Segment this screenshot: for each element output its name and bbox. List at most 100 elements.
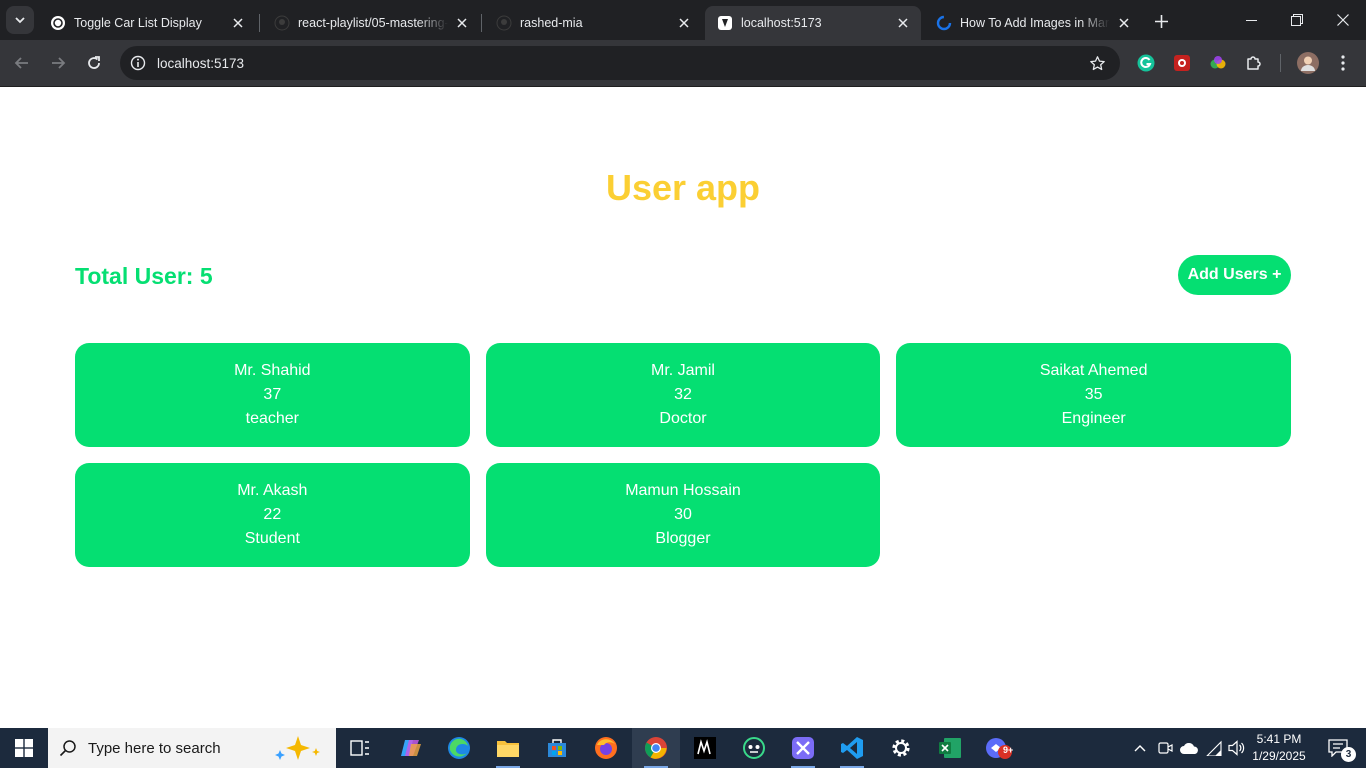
gear-icon <box>892 739 910 757</box>
task-view-button[interactable] <box>336 728 384 768</box>
extension-color-icon[interactable] <box>1207 52 1229 74</box>
user-card: Mr. Shahid 37 teacher <box>75 343 470 447</box>
clock-date: 1/29/2025 <box>1252 749 1306 763</box>
close-icon[interactable] <box>676 15 692 31</box>
user-age: 30 <box>674 506 692 523</box>
user-card: Mamun Hossain 30 Blogger <box>485 463 881 567</box>
extension-red-icon[interactable] <box>1171 52 1193 74</box>
taskbar-tools-app[interactable] <box>779 728 827 768</box>
tab-title: react-playlist/05-mastering-j <box>298 16 448 30</box>
user-age: 22 <box>263 506 282 523</box>
total-user-count: Total User: 5 <box>75 263 213 289</box>
taskbar-edge[interactable] <box>435 728 483 768</box>
notification-count-badge: 3 <box>1341 747 1356 762</box>
close-icon[interactable] <box>895 15 911 31</box>
tab-toggle-car-list[interactable]: Toggle Car List Display <box>38 6 256 40</box>
refresh-circle-icon <box>936 15 952 31</box>
user-name: Mr. Akash <box>237 482 308 499</box>
profile-avatar[interactable] <box>1297 52 1319 74</box>
site-info-icon[interactable] <box>128 53 148 73</box>
restore-button[interactable] <box>1274 0 1320 40</box>
onedrive-icon[interactable] <box>1178 728 1200 768</box>
user-age: 37 <box>263 386 282 403</box>
taskbar-monitor-app[interactable] <box>730 728 778 768</box>
firefox-icon <box>595 737 617 759</box>
taskbar-vscode[interactable] <box>828 728 876 768</box>
taskbar-chrome[interactable] <box>632 728 680 768</box>
taskbar-firefox[interactable] <box>582 728 630 768</box>
page-title: User app <box>605 167 761 208</box>
folder-icon <box>497 741 519 757</box>
show-hidden-icons-button[interactable] <box>1130 728 1150 768</box>
excel-icon <box>939 738 961 758</box>
tab-react-playlist[interactable]: react-playlist/05-mastering-j <box>262 6 480 40</box>
bookmark-star-icon[interactable] <box>1088 54 1106 72</box>
wifi-icon[interactable] <box>1203 728 1225 768</box>
tab-add-images-markdown[interactable]: How To Add Images in Mark <box>924 6 1142 40</box>
tab-rashed-mia[interactable]: rashed-mia <box>484 6 702 40</box>
minimize-button[interactable] <box>1228 0 1274 40</box>
taskbar-file-explorer[interactable] <box>484 728 532 768</box>
m-logo-icon <box>694 737 716 759</box>
close-icon[interactable] <box>1116 15 1132 31</box>
page-viewport: User app Total User: 5 Add Users + Mr. S… <box>0 87 1366 728</box>
tab-search-button[interactable] <box>6 6 34 34</box>
tab-title: Toggle Car List Display <box>74 16 202 30</box>
user-card: Saikat Ahemed 35 Engineer <box>896 343 1291 447</box>
start-button[interactable] <box>0 728 48 768</box>
user-name: Mr. Shahid <box>234 362 311 379</box>
windows-taskbar: Type here to search 9+ 5:41 PM 1/29/2025… <box>0 728 1366 768</box>
user-card: Mr. Jamil 32 Doctor <box>485 343 881 447</box>
grammarly-icon[interactable] <box>1135 52 1157 74</box>
browser-toolbar <box>0 40 1366 87</box>
user-name: Mr. Jamil <box>650 362 715 379</box>
address-bar[interactable] <box>120 46 1120 80</box>
taskbar-search-box[interactable]: Type here to search <box>48 728 336 768</box>
arrow-right-icon <box>52 57 66 69</box>
windows-logo-icon <box>15 739 33 757</box>
tab-localhost[interactable]: localhost:5173 <box>705 6 921 40</box>
vscode-icon <box>841 737 863 759</box>
face-monitor-icon <box>743 737 765 759</box>
new-tab-button[interactable] <box>1150 10 1172 32</box>
minimize-icon <box>1245 19 1257 21</box>
mail-badge-count: 9+ <box>1003 745 1014 755</box>
close-icon[interactable] <box>454 15 470 31</box>
chatgpt-icon <box>50 15 66 31</box>
taskbar-settings[interactable] <box>877 728 925 768</box>
taskbar-copilot[interactable] <box>387 728 435 768</box>
user-age: 32 <box>674 386 692 403</box>
taskbar-store[interactable] <box>533 728 581 768</box>
forward-button[interactable] <box>44 49 72 77</box>
clock-time: 5:41 PM <box>1256 732 1302 746</box>
taskbar-mail-app[interactable]: 9+ <box>975 728 1023 768</box>
user-profession: Student <box>244 530 300 547</box>
task-view-icon <box>350 740 369 756</box>
taskbar-excel[interactable] <box>926 728 974 768</box>
tab-title: rashed-mia <box>520 16 583 30</box>
toolbar-divider <box>1280 54 1281 72</box>
plus-icon <box>1154 14 1168 28</box>
tools-icon <box>792 737 814 759</box>
extensions-puzzle-icon[interactable] <box>1243 52 1265 74</box>
close-icon[interactable] <box>230 15 246 31</box>
close-window-button[interactable] <box>1320 0 1366 40</box>
notification-center-button[interactable]: 3 <box>1318 728 1358 768</box>
chrome-icon <box>645 737 667 759</box>
close-icon <box>1337 14 1349 26</box>
github-icon <box>496 15 512 31</box>
reload-button[interactable] <box>80 49 108 77</box>
system-clock[interactable]: 5:41 PM 1/29/2025 <box>1246 731 1312 765</box>
user-profession: Blogger <box>655 530 711 547</box>
search-icon <box>48 728 88 768</box>
volume-icon[interactable] <box>1226 728 1248 768</box>
meet-now-icon[interactable] <box>1155 728 1175 768</box>
back-button[interactable] <box>8 49 36 77</box>
taskbar-m-app[interactable] <box>681 728 729 768</box>
menu-kebab-icon[interactable] <box>1332 52 1354 74</box>
add-users-button[interactable]: Add Users + <box>1178 255 1291 295</box>
chevron-up-icon <box>1134 745 1146 752</box>
user-name: Mamun Hossain <box>625 482 741 499</box>
vite-icon <box>717 15 733 31</box>
url-input[interactable] <box>157 46 1057 80</box>
